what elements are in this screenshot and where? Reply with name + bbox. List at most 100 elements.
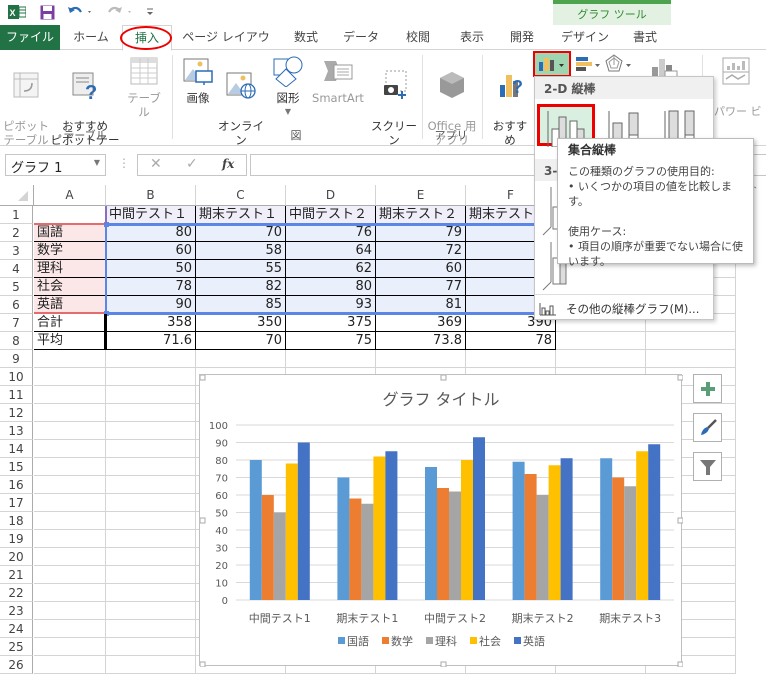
row-header[interactable]: 21 — [0, 566, 33, 584]
cell[interactable]: 数学 — [34, 242, 106, 260]
row-header[interactable]: 25 — [0, 638, 33, 656]
cell[interactable] — [34, 458, 106, 476]
cell[interactable] — [34, 638, 106, 656]
picture-button[interactable]: 画像 — [180, 55, 216, 105]
cell[interactable] — [106, 548, 196, 566]
tab-file[interactable]: ファイル — [0, 25, 60, 50]
cell[interactable] — [106, 566, 196, 584]
cell[interactable]: 82 — [196, 278, 286, 296]
cell[interactable]: 中間テスト１ — [106, 206, 196, 224]
tab-review[interactable]: 校閲 — [396, 25, 440, 50]
formula-bar-grip-icon[interactable]: ⋮ — [118, 156, 130, 170]
cell[interactable] — [106, 458, 196, 476]
cell[interactable] — [106, 404, 196, 422]
cell[interactable]: 72 — [376, 242, 466, 260]
cell[interactable] — [646, 350, 736, 368]
cell[interactable]: 73.8 — [376, 332, 466, 350]
cell[interactable] — [106, 584, 196, 602]
row-header[interactable]: 24 — [0, 620, 33, 638]
cell[interactable]: 78 — [106, 278, 196, 296]
cell[interactable] — [34, 512, 106, 530]
insert-function-icon[interactable]: fx — [222, 157, 234, 171]
tab-view[interactable]: 表示 — [450, 25, 494, 50]
tab-format[interactable]: 書式 — [620, 25, 670, 50]
cell[interactable]: 78 — [466, 332, 556, 350]
tab-data[interactable]: データ — [336, 25, 386, 50]
cell[interactable] — [286, 350, 376, 368]
column-header[interactable]: B — [106, 185, 196, 206]
row-header[interactable]: 14 — [0, 440, 33, 458]
cell[interactable] — [106, 494, 196, 512]
chart-object[interactable]: グラフ タイトル 0 10 20 30 40 50 60 70 80 90 100 中間テスト1 期末テス… — [199, 374, 684, 668]
cell[interactable] — [34, 440, 106, 458]
row-header[interactable]: 17 — [0, 494, 33, 512]
row-header[interactable]: 12 — [0, 404, 33, 422]
row-header[interactable]: 19 — [0, 530, 33, 548]
shapes-button[interactable]: 図形 ▼ — [270, 55, 306, 119]
cell[interactable] — [34, 350, 106, 368]
cell[interactable] — [106, 530, 196, 548]
column-header[interactable]: C — [196, 185, 286, 206]
undo-icon[interactable] — [66, 3, 96, 21]
cell[interactable]: 375 — [286, 314, 376, 332]
cell[interactable]: 350 — [196, 314, 286, 332]
cell[interactable] — [106, 440, 196, 458]
row-header[interactable]: 1 — [0, 206, 33, 224]
name-box-dropdown-icon[interactable]: ▼ — [94, 158, 100, 167]
cell[interactable] — [196, 350, 286, 368]
cell[interactable]: 70 — [196, 224, 286, 242]
cell[interactable] — [106, 476, 196, 494]
cell[interactable]: 369 — [376, 314, 466, 332]
cell[interactable]: 80 — [106, 224, 196, 242]
redo-icon[interactable] — [106, 3, 136, 21]
row-header[interactable]: 8 — [0, 332, 33, 350]
cell[interactable] — [106, 422, 196, 440]
column-header[interactable]: E — [376, 185, 466, 206]
cell[interactable] — [376, 350, 466, 368]
row-header[interactable]: 13 — [0, 422, 33, 440]
save-icon[interactable] — [38, 3, 56, 21]
cell[interactable] — [34, 206, 106, 224]
chart-filters-button[interactable] — [693, 452, 722, 481]
cell[interactable] — [34, 548, 106, 566]
tab-developer[interactable]: 開発 — [500, 25, 544, 50]
chart-styles-button[interactable] — [693, 413, 722, 442]
customize-qat-icon[interactable] — [144, 3, 156, 21]
cell[interactable] — [34, 368, 106, 386]
cell[interactable] — [106, 386, 196, 404]
cell[interactable]: 62 — [286, 260, 376, 278]
row-header[interactable]: 16 — [0, 476, 33, 494]
cell[interactable] — [34, 566, 106, 584]
tab-home[interactable]: ホーム — [66, 25, 116, 50]
cell[interactable]: 75 — [286, 332, 376, 350]
cell[interactable]: 77 — [376, 278, 466, 296]
tab-page-layout[interactable]: ページ レイアウト — [178, 25, 274, 69]
cell[interactable]: 中間テスト２ — [286, 206, 376, 224]
cell[interactable]: 80 — [286, 278, 376, 296]
cell[interactable] — [106, 620, 196, 638]
chart-elements-button[interactable] — [693, 374, 722, 403]
cell[interactable]: 76 — [286, 224, 376, 242]
row-header[interactable]: 4 — [0, 260, 33, 278]
row-header[interactable]: 26 — [0, 656, 33, 674]
cell[interactable] — [106, 638, 196, 656]
row-header[interactable]: 11 — [0, 386, 33, 404]
row-header[interactable]: 3 — [0, 242, 33, 260]
cell[interactable]: 社会 — [34, 278, 106, 296]
cell[interactable]: 50 — [106, 260, 196, 278]
cell[interactable] — [34, 494, 106, 512]
enter-check-icon[interactable]: ✓ — [186, 156, 198, 172]
cell[interactable]: 合計 — [34, 314, 106, 332]
cell[interactable] — [106, 368, 196, 386]
cell[interactable]: 60 — [106, 242, 196, 260]
cancel-icon[interactable]: ✕ — [150, 156, 162, 172]
name-box[interactable]: グラフ 1 ▼ — [5, 154, 106, 176]
radar-chart-button[interactable] — [604, 53, 634, 75]
cell[interactable] — [34, 584, 106, 602]
cell[interactable]: 358 — [106, 314, 196, 332]
cell[interactable] — [34, 602, 106, 620]
cell[interactable] — [646, 332, 736, 350]
column-header[interactable]: A — [34, 185, 106, 206]
cell[interactable]: 64 — [286, 242, 376, 260]
cell[interactable] — [34, 620, 106, 638]
